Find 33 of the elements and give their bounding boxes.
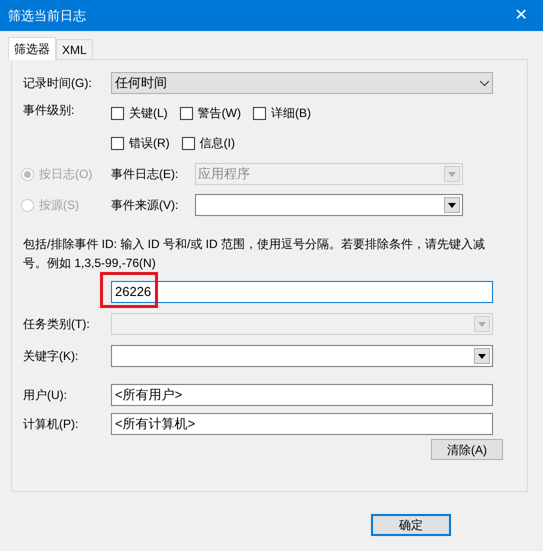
event-id-field[interactable]: 26226 [111, 281, 493, 303]
radio-label: 按源(S) [39, 197, 79, 214]
time-dropdown[interactable]: 任何时间 [111, 72, 493, 94]
chevron-icon [480, 80, 489, 86]
checkbox-label: 关键(L) [129, 105, 168, 122]
computer-field[interactable]: <所有计算机> [111, 413, 493, 435]
checkbox-label: 详细(B) [271, 105, 311, 122]
event-id-description: 包括/排除事件 ID: 输入 ID 号和/或 ID 范围，使用逗号分隔。若要排除条件，请先键入减号。例如 1,3,5-99,-76(N) [23, 236, 486, 272]
field-label: 记录时间(G): [23, 75, 93, 92]
checkbox[interactable] [111, 136, 124, 150]
keywords-dropdown[interactable] [111, 345, 493, 367]
field-label: 事件日志(E): [111, 166, 180, 183]
checkbox[interactable] [180, 106, 193, 120]
field-label: 计算机(P): [23, 416, 80, 433]
tab[interactable]: XML [56, 39, 93, 59]
checkbox[interactable] [111, 106, 124, 120]
checkbox[interactable] [253, 106, 266, 120]
close-button[interactable]: ✕ [499, 0, 543, 31]
checkbox-label: 信息(I) [200, 135, 235, 152]
checkbox[interactable] [182, 136, 195, 150]
checkbox-label: 错误(R) [129, 135, 170, 152]
field-label: 事件来源(V): [111, 197, 180, 214]
field-label: 关键字(K): [23, 348, 80, 365]
user-field[interactable]: <所有用户> [111, 384, 493, 406]
clear-button[interactable]: 清除(A) [431, 439, 503, 460]
field-label: 事件级别: [23, 102, 76, 117]
ok-button[interactable]: 确定 [371, 514, 451, 536]
radio-label: 按日志(O) [39, 166, 92, 183]
window-title: 筛选当前日志 [8, 6, 86, 25]
field-label: 用户(U): [23, 387, 68, 404]
tab[interactable]: 筛选器 [8, 37, 56, 60]
field-label: 任务类别(T): [23, 316, 91, 333]
checkbox-label: 警告(W) [198, 105, 241, 122]
